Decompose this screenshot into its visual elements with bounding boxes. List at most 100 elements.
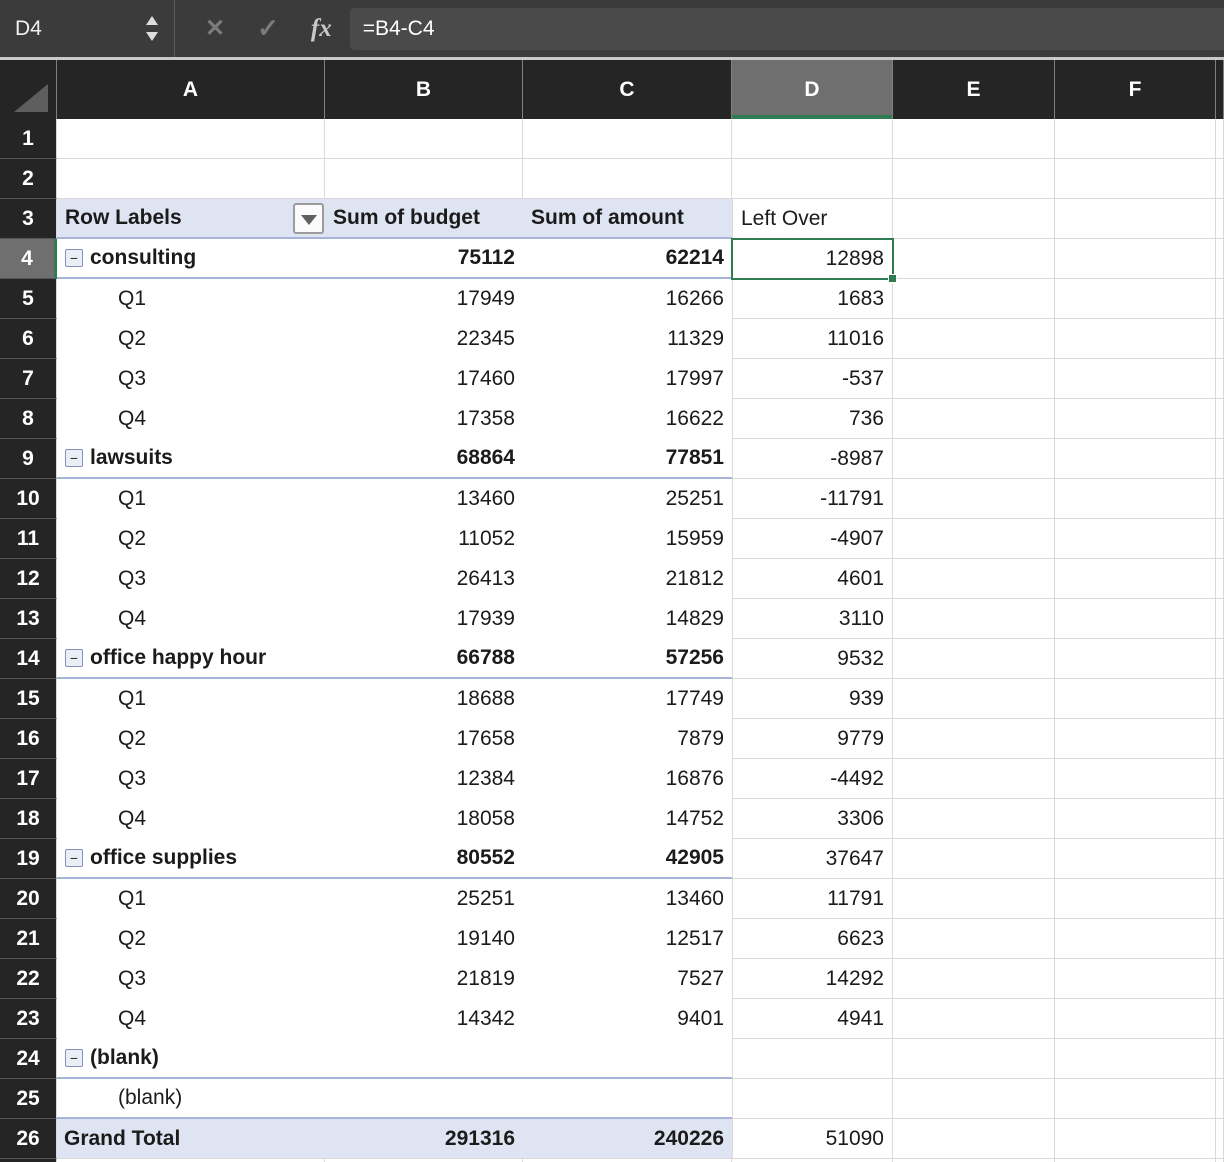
row-header-14[interactable]: 14	[0, 639, 57, 679]
row-header-24[interactable]: 24	[0, 1039, 57, 1079]
cell-F23[interactable]	[1055, 999, 1216, 1039]
row-header-9[interactable]: 9	[0, 439, 57, 479]
cell-C16[interactable]: 7879	[523, 719, 732, 759]
cell-C21[interactable]: 12517	[523, 919, 732, 959]
cell-F9[interactable]	[1055, 439, 1216, 479]
cell-D7[interactable]: -537	[732, 359, 893, 399]
cell-D25[interactable]	[732, 1079, 893, 1119]
cell-E16[interactable]	[893, 719, 1055, 759]
cell-C7[interactable]: 17997	[523, 359, 732, 399]
cell-D4[interactable]: 12898	[732, 239, 893, 279]
cell-A19[interactable]: −office supplies	[57, 839, 325, 879]
cell-F1[interactable]	[1055, 119, 1216, 159]
cell-F13[interactable]	[1055, 599, 1216, 639]
cell-E26[interactable]	[893, 1119, 1055, 1159]
cell-A18[interactable]: Q4	[57, 799, 325, 839]
cell-G16[interactable]	[1216, 719, 1224, 759]
cell-D1[interactable]	[732, 119, 893, 159]
cell-B9[interactable]: 68864	[325, 439, 523, 479]
cell-E10[interactable]	[893, 479, 1055, 519]
cell-C2[interactable]	[523, 159, 732, 199]
row-header-15[interactable]: 15	[0, 679, 57, 719]
cell-F26[interactable]	[1055, 1119, 1216, 1159]
cell-E23[interactable]	[893, 999, 1055, 1039]
cell-G7[interactable]	[1216, 359, 1224, 399]
cell-F4[interactable]	[1055, 239, 1216, 279]
cell-A10[interactable]: Q1	[57, 479, 325, 519]
cell-reference-stepper[interactable]	[140, 16, 164, 41]
cell-D24[interactable]	[732, 1039, 893, 1079]
cell-G5[interactable]	[1216, 279, 1224, 319]
cell-F20[interactable]	[1055, 879, 1216, 919]
cell-F12[interactable]	[1055, 559, 1216, 599]
cell-B18[interactable]: 18058	[325, 799, 523, 839]
cell-G1[interactable]	[1216, 119, 1224, 159]
cell-C15[interactable]: 17749	[523, 679, 732, 719]
cell-F19[interactable]	[1055, 839, 1216, 879]
cell-G14[interactable]	[1216, 639, 1224, 679]
cell-D5[interactable]: 1683	[732, 279, 893, 319]
cell-C18[interactable]: 14752	[523, 799, 732, 839]
cell-C11[interactable]: 15959	[523, 519, 732, 559]
cell-B3[interactable]: Sum of budget	[325, 199, 523, 239]
cell-A4[interactable]: −consulting	[57, 239, 325, 279]
cell-C22[interactable]: 7527	[523, 959, 732, 999]
cell-B10[interactable]: 13460	[325, 479, 523, 519]
cell-E18[interactable]	[893, 799, 1055, 839]
cell-F14[interactable]	[1055, 639, 1216, 679]
cell-B11[interactable]: 11052	[325, 519, 523, 559]
row-header-7[interactable]: 7	[0, 359, 57, 399]
cell-C3[interactable]: Sum of amount	[523, 199, 732, 239]
row-header-13[interactable]: 13	[0, 599, 57, 639]
cell-B7[interactable]: 17460	[325, 359, 523, 399]
cell-G19[interactable]	[1216, 839, 1224, 879]
cell-G9[interactable]	[1216, 439, 1224, 479]
cell-G4[interactable]	[1216, 239, 1224, 279]
cell-B15[interactable]: 18688	[325, 679, 523, 719]
cell-A25[interactable]: (blank)	[57, 1079, 325, 1119]
cell-G18[interactable]	[1216, 799, 1224, 839]
cell-B25[interactable]	[325, 1079, 523, 1119]
cell-G25[interactable]	[1216, 1079, 1224, 1119]
collapse-button[interactable]: −	[65, 249, 83, 267]
cell-E6[interactable]	[893, 319, 1055, 359]
cell-F6[interactable]	[1055, 319, 1216, 359]
cell-F25[interactable]	[1055, 1079, 1216, 1119]
row-header-19[interactable]: 19	[0, 839, 57, 879]
cell-E1[interactable]	[893, 119, 1055, 159]
cell-B1[interactable]	[325, 119, 523, 159]
cell-C5[interactable]: 16266	[523, 279, 732, 319]
row-header-21[interactable]: 21	[0, 919, 57, 959]
collapse-button[interactable]: −	[65, 449, 83, 467]
cell-B23[interactable]: 14342	[325, 999, 523, 1039]
cell-F2[interactable]	[1055, 159, 1216, 199]
cell-B22[interactable]: 21819	[325, 959, 523, 999]
cell-D21[interactable]: 6623	[732, 919, 893, 959]
cell-G13[interactable]	[1216, 599, 1224, 639]
cell-F3[interactable]	[1055, 199, 1216, 239]
column-header-G[interactable]	[1216, 60, 1224, 119]
cell-F5[interactable]	[1055, 279, 1216, 319]
column-header-D[interactable]: D	[732, 60, 893, 119]
cell-G6[interactable]	[1216, 319, 1224, 359]
column-header-A[interactable]: A	[57, 60, 325, 119]
cell-D6[interactable]: 11016	[732, 319, 893, 359]
cell-G15[interactable]	[1216, 679, 1224, 719]
cell-B26[interactable]: 291316	[325, 1119, 523, 1159]
row-header-5[interactable]: 5	[0, 279, 57, 319]
cell-B16[interactable]: 17658	[325, 719, 523, 759]
cell-G24[interactable]	[1216, 1039, 1224, 1079]
cell-E20[interactable]	[893, 879, 1055, 919]
cell-C26[interactable]: 240226	[523, 1119, 732, 1159]
cell-A21[interactable]: Q2	[57, 919, 325, 959]
cell-E22[interactable]	[893, 959, 1055, 999]
cell-B12[interactable]: 26413	[325, 559, 523, 599]
cell-A26[interactable]: Grand Total	[57, 1119, 325, 1159]
cell-G2[interactable]	[1216, 159, 1224, 199]
cell-G12[interactable]	[1216, 559, 1224, 599]
cell-C8[interactable]: 16622	[523, 399, 732, 439]
cell-D15[interactable]: 939	[732, 679, 893, 719]
cell-E14[interactable]	[893, 639, 1055, 679]
row-header-10[interactable]: 10	[0, 479, 57, 519]
collapse-button[interactable]: −	[65, 849, 83, 867]
